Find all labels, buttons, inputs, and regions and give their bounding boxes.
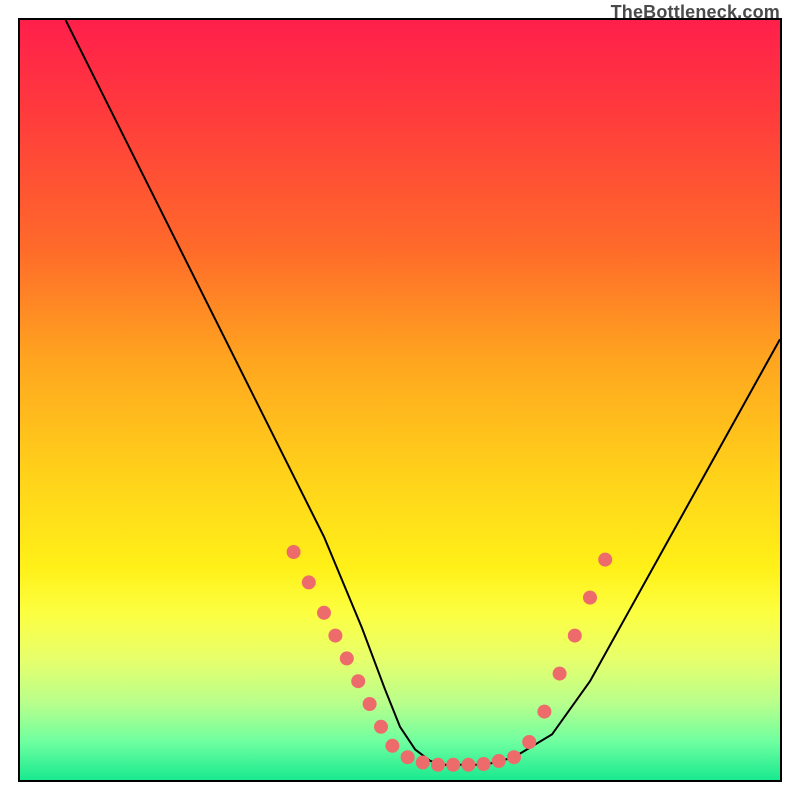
marker-dot <box>302 575 316 589</box>
marker-dot <box>583 591 597 605</box>
marker-dot <box>446 758 460 772</box>
chart-frame: TheBottleneck.com <box>18 18 782 782</box>
marker-group <box>287 545 613 772</box>
marker-dot <box>461 758 475 772</box>
marker-dot <box>522 735 536 749</box>
marker-dot <box>340 651 354 665</box>
marker-dot <box>351 674 365 688</box>
marker-dot <box>374 720 388 734</box>
marker-dot <box>363 697 377 711</box>
marker-dot <box>401 750 415 764</box>
marker-dot <box>328 629 342 643</box>
marker-dot <box>287 545 301 559</box>
marker-dot <box>598 553 612 567</box>
marker-dot <box>416 756 430 770</box>
marker-dot <box>492 754 506 768</box>
marker-dot <box>507 750 521 764</box>
marker-dot <box>317 606 331 620</box>
bottleneck-curve <box>66 20 780 765</box>
marker-dot <box>431 758 445 772</box>
chart-svg <box>20 20 780 780</box>
marker-dot <box>568 629 582 643</box>
marker-dot <box>537 705 551 719</box>
marker-dot <box>553 667 567 681</box>
marker-dot <box>477 757 491 771</box>
marker-dot <box>385 739 399 753</box>
